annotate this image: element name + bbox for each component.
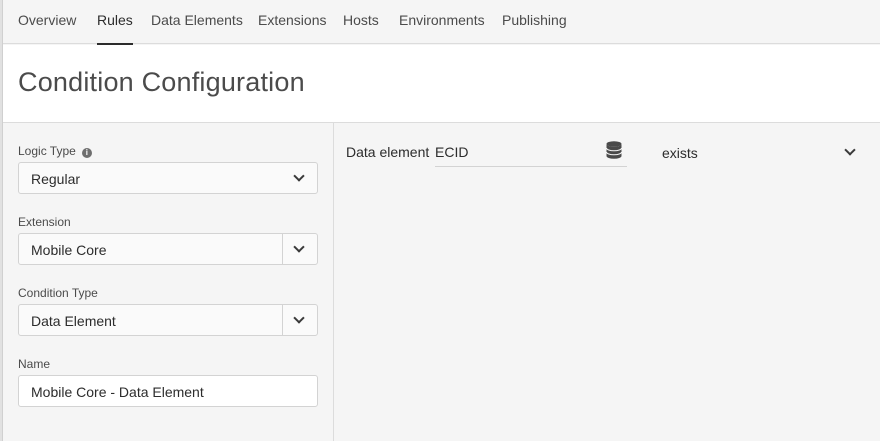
- chevron-down-icon: [844, 144, 856, 156]
- extension-label: Extension: [18, 215, 71, 229]
- top-navigation: Overview Rules Data Elements Extensions …: [3, 0, 880, 45]
- page-title: Condition Configuration: [18, 67, 305, 97]
- tab-hosts[interactable]: Hosts: [343, 0, 379, 44]
- logic-type-label: Logic Type i: [18, 144, 92, 158]
- tab-rules[interactable]: Rules: [97, 0, 133, 45]
- name-value: Mobile Core - Data Element: [31, 384, 204, 400]
- name-label: Name: [18, 357, 51, 371]
- condition-type-value: Data Element: [31, 313, 116, 329]
- chevron-down-icon: [293, 241, 305, 253]
- operator-value: exists: [662, 145, 698, 161]
- extension-dropdown-button[interactable]: [282, 234, 317, 264]
- condition-type-label: Condition Type: [18, 286, 98, 300]
- extension-select[interactable]: Mobile Core: [18, 233, 318, 265]
- info-icon[interactable]: i: [81, 148, 92, 158]
- database-icon[interactable]: [606, 141, 622, 159]
- extension-value: Mobile Core: [31, 242, 107, 258]
- logic-type-select[interactable]: Regular: [18, 162, 318, 194]
- tab-environments[interactable]: Environments: [399, 0, 485, 44]
- page-header: Condition Configuration: [3, 45, 880, 123]
- chevron-down-icon: [293, 170, 305, 182]
- tab-publishing[interactable]: Publishing: [502, 0, 567, 44]
- condition-settings-panel: Logic Type i Regular Extension Mobile Cor…: [3, 123, 334, 441]
- condition-type-select[interactable]: Data Element: [18, 304, 318, 336]
- tab-overview[interactable]: Overview: [18, 0, 76, 44]
- condition-type-dropdown-button[interactable]: [282, 305, 317, 335]
- data-element-value: ECID: [435, 144, 469, 160]
- condition-editor-panel: Data element ECID exists: [335, 123, 880, 441]
- tab-extensions[interactable]: Extensions: [258, 0, 326, 44]
- operator-select[interactable]: exists: [662, 137, 862, 167]
- chevron-down-icon: [293, 312, 305, 324]
- name-input[interactable]: Mobile Core - Data Element: [18, 375, 318, 407]
- tab-data-elements[interactable]: Data Elements: [151, 0, 243, 44]
- data-element-input[interactable]: ECID: [435, 137, 627, 167]
- data-element-label: Data element: [346, 144, 430, 160]
- logic-type-label-text: Logic Type: [18, 144, 76, 158]
- logic-type-value: Regular: [31, 171, 81, 187]
